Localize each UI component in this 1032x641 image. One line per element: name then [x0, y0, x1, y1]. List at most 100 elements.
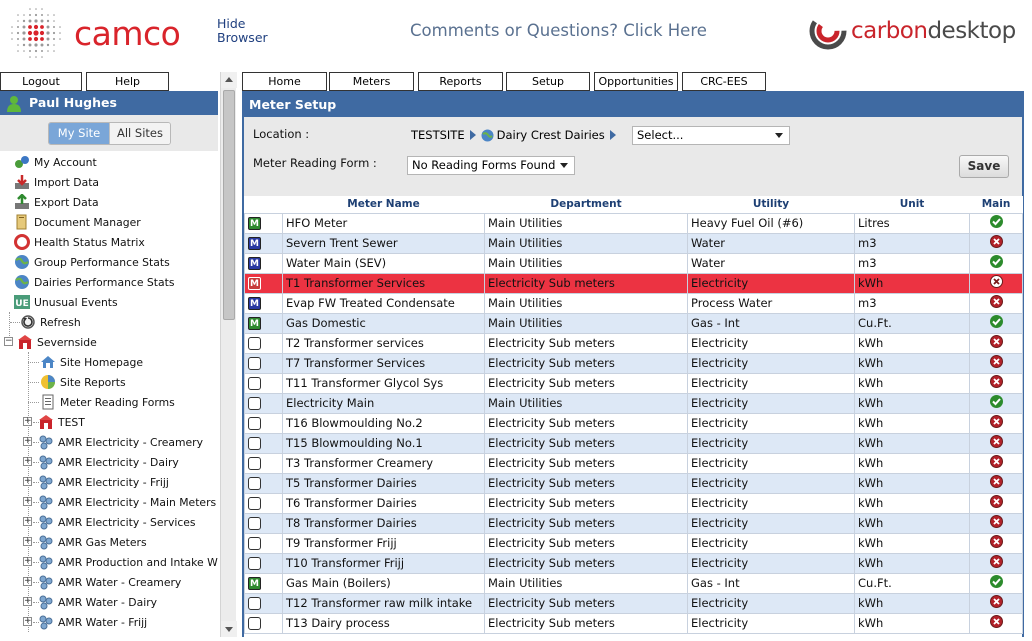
col-header-main[interactable]: Main [969, 196, 1023, 213]
meter-name-cell[interactable]: T12 Transformer raw milk intake [282, 592, 485, 614]
menu-item-group-performance-stats[interactable]: Group Performance Stats [14, 252, 170, 272]
location-select[interactable]: Select... [632, 126, 790, 145]
col-header-unit[interactable]: Unit [854, 196, 970, 213]
row-badge-cell[interactable]: M [244, 252, 283, 274]
tab-meters[interactable]: Meters [329, 72, 414, 91]
scroll-down-arrow[interactable] [221, 621, 237, 637]
meter-name-cell[interactable]: Electricity Main [282, 392, 485, 414]
help-tab[interactable]: Help [86, 72, 169, 91]
table-row[interactable]: T3 Transformer Creamery Electricity Sub … [244, 452, 1023, 474]
row-badge-cell[interactable] [244, 512, 283, 534]
scroll-thumb[interactable] [223, 90, 235, 320]
col-header-meter-name[interactable]: Meter Name [282, 196, 485, 213]
table-row[interactable]: T2 Transformer services Electricity Sub … [244, 332, 1023, 354]
tree-node-group[interactable]: AMR Electricity - Frijj [38, 472, 169, 492]
table-row[interactable]: M Severn Trent Sewer Main Utilities Wate… [244, 232, 1023, 254]
row-badge-cell[interactable] [244, 472, 283, 494]
meter-name-cell[interactable]: T13 Dairy process [282, 612, 485, 634]
meter-name-cell[interactable]: HFO Meter [282, 212, 485, 234]
table-row[interactable]: M Water Main (SEV) Main Utilities Water … [244, 252, 1023, 274]
breadcrumb-site[interactable]: TESTSITE [411, 128, 465, 142]
table-row[interactable]: T13 Dairy process Electricity Sub meters… [244, 612, 1023, 634]
tab-reports[interactable]: Reports [418, 72, 503, 91]
menu-item-my-account[interactable]: My Account [14, 152, 97, 172]
meter-name-cell[interactable]: T15 Blowmoulding No.1 [282, 432, 485, 454]
tree-node-group[interactable]: TEST [38, 412, 85, 432]
my-site-button[interactable]: My Site [49, 123, 109, 144]
row-badge-cell[interactable] [244, 412, 283, 434]
table-row[interactable]: M T1 Transformer Services Electricity Su… [244, 272, 1023, 294]
menu-item-import-data[interactable]: Import Data [14, 172, 99, 192]
tab-crc-ees[interactable]: CRC-EES [682, 72, 766, 91]
row-badge-cell[interactable]: M [244, 232, 283, 254]
left-scrollbar[interactable] [220, 72, 237, 637]
table-row[interactable]: Electricity Main Main Utilities Electric… [244, 392, 1023, 414]
tree-node-meter-reading-forms[interactable]: Meter Reading Forms [40, 392, 175, 412]
tree-node-site-reports[interactable]: Site Reports [40, 372, 126, 392]
menu-item-dairies-performance-stats[interactable]: Dairies Performance Stats [14, 272, 174, 292]
table-row[interactable]: T8 Transformer Dairies Electricity Sub m… [244, 512, 1023, 534]
meter-name-cell[interactable]: T9 Transformer Frijj [282, 532, 485, 554]
row-badge-cell[interactable] [244, 532, 283, 554]
menu-item-document-manager[interactable]: Document Manager [14, 212, 141, 232]
hide-browser-link[interactable]: Hide Browser [217, 17, 268, 45]
table-row[interactable]: T10 Transformer Frijj Electricity Sub me… [244, 552, 1023, 574]
table-row[interactable]: T5 Transformer Dairies Electricity Sub m… [244, 472, 1023, 494]
meter-name-cell[interactable]: T1 Transformer Services [282, 272, 485, 294]
table-row[interactable]: T6 Transformer Dairies Electricity Sub m… [244, 492, 1023, 514]
row-badge-cell[interactable] [244, 352, 283, 374]
tree-node-group[interactable]: AMR Electricity - Main Meters [38, 492, 216, 512]
logout-tab[interactable]: Logout [0, 72, 82, 91]
meter-name-cell[interactable]: T11 Transformer Glycol Sys [282, 372, 485, 394]
menu-item-health-status-matrix[interactable]: Health Status Matrix [14, 232, 145, 252]
meter-name-cell[interactable]: T5 Transformer Dairies [282, 472, 485, 494]
row-badge-cell[interactable]: M [244, 292, 283, 314]
meter-name-cell[interactable]: Evap FW Treated Condensate [282, 292, 485, 314]
comments-link[interactable]: Comments or Questions? Click Here [410, 21, 707, 40]
table-row[interactable]: T9 Transformer Frijj Electricity Sub met… [244, 532, 1023, 554]
tree-node-site-homepage[interactable]: Site Homepage [40, 352, 143, 372]
row-badge-cell[interactable]: M [244, 312, 283, 334]
table-row[interactable]: M HFO Meter Main Utilities Heavy Fuel Oi… [244, 212, 1023, 234]
table-row[interactable]: M Gas Domestic Main Utilities Gas - Int … [244, 312, 1023, 334]
meter-name-cell[interactable]: Gas Main (Boilers) [282, 572, 485, 594]
tree-node-group[interactable]: AMR Water - Creamery [38, 572, 181, 592]
table-row[interactable]: T11 Transformer Glycol Sys Electricity S… [244, 372, 1023, 394]
row-badge-cell[interactable] [244, 552, 283, 574]
row-badge-cell[interactable] [244, 592, 283, 614]
tree-node-group[interactable]: AMR Gas Meters [38, 532, 147, 552]
table-row[interactable]: T15 Blowmoulding No.1 Electricity Sub me… [244, 432, 1023, 454]
row-badge-cell[interactable]: M [244, 212, 283, 234]
table-row[interactable]: M Evap FW Treated Condensate Main Utilit… [244, 292, 1023, 314]
meter-name-cell[interactable]: T3 Transformer Creamery [282, 452, 485, 474]
meter-name-cell[interactable]: T6 Transformer Dairies [282, 492, 485, 514]
meter-name-cell[interactable]: T16 Blowmoulding No.2 [282, 412, 485, 434]
row-badge-cell[interactable]: M [244, 572, 283, 594]
col-header-department[interactable]: Department [484, 196, 688, 213]
tab-opportunities[interactable]: Opportunities [594, 72, 678, 91]
scroll-up-arrow[interactable] [221, 72, 237, 88]
tree-node-severnside[interactable]: Severnside [17, 332, 97, 352]
reading-form-select[interactable]: No Reading Forms Found [407, 156, 575, 175]
meter-name-cell[interactable]: Water Main (SEV) [282, 252, 485, 274]
refresh-link[interactable]: Refresh [20, 312, 81, 332]
all-sites-button[interactable]: All Sites [109, 123, 170, 144]
table-row[interactable]: M Gas Main (Boilers) Main Utilities Gas … [244, 572, 1023, 594]
meter-name-cell[interactable]: Gas Domestic [282, 312, 485, 334]
row-badge-cell[interactable] [244, 372, 283, 394]
col-header-utility[interactable]: Utility [687, 196, 855, 213]
table-row[interactable]: T12 Transformer raw milk intake Electric… [244, 592, 1023, 614]
menu-item-unusual-events[interactable]: UE Unusual Events [14, 292, 118, 312]
row-badge-cell[interactable]: M [244, 272, 283, 294]
breadcrumb-sub[interactable]: Dairy Crest Dairies [497, 128, 605, 142]
row-badge-cell[interactable] [244, 392, 283, 414]
meter-name-cell[interactable]: T10 Transformer Frijj [282, 552, 485, 574]
tree-node-group[interactable]: AMR Water - Frijj [38, 612, 147, 632]
meter-name-cell[interactable]: Severn Trent Sewer [282, 232, 485, 254]
meter-name-cell[interactable]: T2 Transformer services [282, 332, 485, 354]
table-row[interactable]: T16 Blowmoulding No.2 Electricity Sub me… [244, 412, 1023, 434]
save-button[interactable]: Save [959, 155, 1009, 178]
menu-item-export-data[interactable]: Export Data [14, 192, 99, 212]
row-badge-cell[interactable] [244, 492, 283, 514]
table-row[interactable]: T7 Transformer Services Electricity Sub … [244, 352, 1023, 374]
